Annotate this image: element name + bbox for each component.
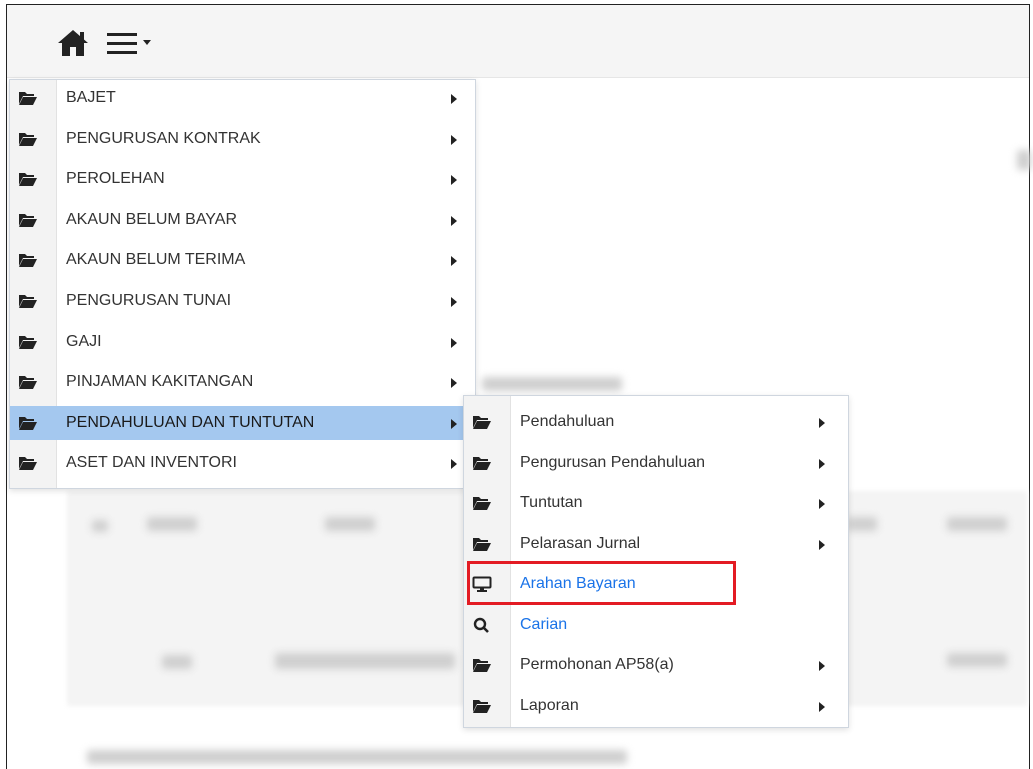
sub_menu-item-permohonan-ap58-a[interactable]: Permohonan AP58(a) — [464, 648, 848, 682]
hamburger-menu-icon — [107, 33, 151, 54]
chevron-right-icon — [451, 337, 457, 348]
blurred-cell — [162, 655, 192, 669]
main_menu-item-label: PEROLEHAN — [66, 170, 165, 188]
sub_menu-item-label: Laporan — [520, 696, 579, 714]
blurred-cell — [275, 653, 455, 669]
sub_menu-item-pengurusan-pendahuluan[interactable]: Pengurusan Pendahuluan — [464, 446, 848, 480]
blurred-footer — [87, 750, 627, 764]
blurred-content — [482, 377, 622, 391]
chevron-right-icon — [819, 661, 825, 671]
chevron-right-icon — [451, 94, 457, 104]
chevron-right-icon — [819, 458, 825, 469]
chevron-right-icon — [451, 134, 457, 145]
sub_menu-item-label: Pengurusan Pendahuluan — [520, 453, 706, 471]
sub_menu-item-label: Pendahuluan — [520, 413, 615, 430]
main_menu-item-akaun-belum-bayar[interactable]: AKAUN BELUM BAYAR — [10, 203, 475, 237]
folder-open-icon — [473, 699, 491, 713]
main_menu-item-label: AKAUN BELUM TERIMA — [66, 251, 246, 269]
sub_menu-item-label: Carian — [520, 615, 568, 633]
chevron-right-icon — [451, 418, 457, 429]
folder-open-icon — [473, 497, 491, 510]
blurred-cell — [947, 517, 1007, 531]
main_menu-item-gaji[interactable]: GAJI — [10, 325, 475, 359]
folder-open-icon — [19, 335, 37, 349]
chevron-right-icon — [819, 701, 825, 712]
sub_menu-item-pendahuluan[interactable]: Pendahuluan — [464, 405, 848, 439]
sub_menu-item-label: Pelarasan Jurnal — [520, 534, 641, 552]
main-menu: BAJET PENGURUSAN KONTRAK PEROLEHAN AKAUN BE… — [9, 79, 476, 489]
main-menu-toggle[interactable] — [105, 27, 157, 59]
folder-open-icon — [19, 254, 37, 268]
chevron-right-icon — [451, 175, 457, 186]
folder-open-icon — [19, 416, 37, 430]
main_menu-item-perolehan[interactable]: PEROLEHAN — [10, 162, 475, 196]
main_menu-item-pengurusan-kontrak[interactable]: PENGURUSAN KONTRAK — [10, 122, 475, 156]
main_menu-item-label: PENGURUSAN KONTRAK — [66, 129, 261, 147]
sub_menu-item-tuntutan[interactable]: Tuntutan — [464, 486, 848, 520]
main_menu-item-pendahuluan-dan-tuntutan[interactable]: PENDAHULUAN DAN TUNTUTAN — [10, 405, 475, 440]
folder-open-icon — [19, 213, 37, 227]
main_menu-item-label: AKAUN BELUM BAYAR — [66, 210, 238, 228]
chevron-right-icon — [451, 256, 457, 267]
main_menu-item-aset-dan-inventori[interactable]: ASET DAN INVENTORI — [10, 446, 475, 480]
blurred-cell — [92, 520, 108, 532]
monitor-icon — [472, 576, 492, 592]
folder-open-icon — [473, 659, 491, 672]
sub_menu-item-label: Tuntutan — [520, 494, 583, 511]
top-toolbar — [7, 5, 1029, 78]
main_menu-item-akaun-belum-terima[interactable]: AKAUN BELUM TERIMA — [10, 243, 475, 277]
folder-open-icon — [473, 416, 491, 429]
blurred-cell — [947, 653, 1007, 667]
main_menu-item-label: PENGURUSAN TUNAI — [66, 292, 232, 309]
blurred-cell — [847, 517, 877, 531]
main_menu-item-label: GAJI — [66, 332, 102, 350]
main_menu-item-label: ASET DAN INVENTORI — [66, 454, 237, 472]
folder-open-icon — [19, 457, 37, 471]
main_menu-item-pinjaman-kakitangan[interactable]: PINJAMAN KAKITANGAN — [10, 365, 475, 399]
main_menu-item-label: BAJET — [66, 89, 116, 106]
chevron-right-icon — [451, 215, 457, 226]
sub_menu-item-pelarasan-jurnal[interactable]: Pelarasan Jurnal — [464, 527, 848, 561]
chevron-right-icon — [451, 459, 457, 470]
folder-open-icon — [19, 92, 37, 105]
chevron-right-icon — [819, 539, 825, 550]
folder-open-icon — [19, 295, 37, 308]
chevron-right-icon — [451, 378, 457, 389]
main_menu-item-label: PENDAHULUAN DAN TUNTUTAN — [66, 413, 315, 431]
home-icon — [58, 30, 88, 56]
chevron-right-icon — [819, 499, 825, 509]
chevron-right-icon — [819, 418, 825, 428]
blurred-cell — [325, 517, 375, 531]
main_menu-item-bajet[interactable]: BAJET — [10, 81, 475, 115]
chevron-right-icon — [451, 297, 457, 307]
sub-menu: Pendahuluan Pengurusan Pendahuluan Tuntuta… — [463, 395, 849, 728]
home-button[interactable] — [55, 27, 91, 59]
folder-open-icon — [473, 537, 491, 551]
folder-open-icon — [19, 132, 37, 146]
sub_menu-item-laporan[interactable]: Laporan — [464, 689, 848, 723]
sub_menu-item-arahan-bayaran[interactable]: Arahan Bayaran — [464, 567, 848, 601]
folder-open-icon — [19, 173, 37, 187]
sub_menu-item-label: Permohonan AP58(a) — [520, 656, 674, 673]
sub_menu-item-carian[interactable]: Carian — [464, 608, 848, 642]
blurred-edge — [1017, 150, 1031, 170]
main_menu-item-pengurusan-tunai[interactable]: PENGURUSAN TUNAI — [10, 284, 475, 318]
folder-open-icon — [19, 376, 37, 390]
blurred-cell — [147, 517, 197, 531]
main_menu-item-label: PINJAMAN KAKITANGAN — [66, 373, 254, 391]
sub_menu-item-label: Arahan Bayaran — [520, 575, 636, 592]
folder-open-icon — [473, 456, 491, 470]
search-icon — [473, 617, 489, 633]
